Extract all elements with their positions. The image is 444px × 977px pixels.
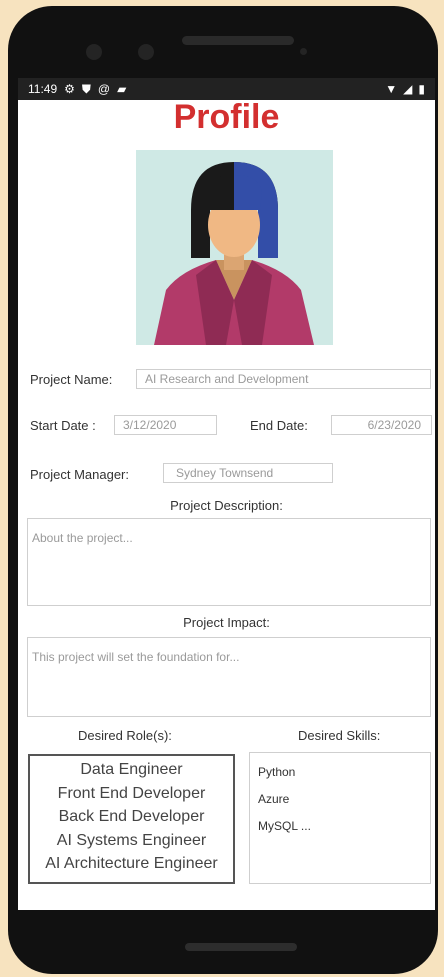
gear-icon: ⚙ xyxy=(64,82,75,96)
front-camera xyxy=(86,44,102,60)
end-date-input[interactable]: 6/23/2020 xyxy=(331,415,432,435)
desired-skills-label: Desired Skills: xyxy=(298,728,381,743)
project-impact-input[interactable]: This project will set the foundation for… xyxy=(27,637,431,717)
proximity-sensor xyxy=(300,48,307,55)
profile-avatar xyxy=(136,150,333,345)
page-title: Profile xyxy=(173,98,280,136)
shield-icon: ⛊ xyxy=(81,81,91,96)
skill-item: MySQL ... xyxy=(258,819,311,833)
end-date-label: End Date: xyxy=(250,418,308,433)
role-item[interactable]: AI Architecture Engineer xyxy=(30,852,233,876)
status-time: 11:49 xyxy=(28,82,58,96)
signal-icon: ◢ xyxy=(403,82,413,96)
status-bar: 11:49 ⚙ ⛊ @ ▰ ▼ ◢ ▮ xyxy=(18,78,435,100)
skill-item: Azure xyxy=(258,792,290,806)
project-name-input[interactable]: AI Research and Development xyxy=(136,369,431,389)
battery-icon: ▮ xyxy=(418,82,425,96)
project-description-label: Project Description: xyxy=(170,498,283,513)
project-description-input[interactable]: About the project... xyxy=(27,518,431,606)
home-indicator xyxy=(185,943,297,951)
role-item[interactable]: Data Engineer xyxy=(30,758,233,782)
project-manager-label: Project Manager: xyxy=(30,467,129,482)
skill-item: Python xyxy=(258,765,296,779)
front-sensor xyxy=(138,44,154,60)
wifi-icon: ▼ xyxy=(385,82,398,96)
project-impact-label: Project Impact: xyxy=(183,615,270,630)
project-manager-input[interactable]: Sydney Townsend xyxy=(163,463,333,483)
desired-roles-label: Desired Role(s): xyxy=(78,728,172,743)
project-name-label: Project Name: xyxy=(30,372,113,387)
start-date-input[interactable]: 3/12/2020 xyxy=(114,415,217,435)
role-item[interactable]: Back End Developer xyxy=(30,805,233,829)
sd-card-icon: ▰ xyxy=(117,82,127,96)
app-screen: 11:49 ⚙ ⛊ @ ▰ ▼ ◢ ▮ Profile Project Name… xyxy=(18,78,435,910)
desired-skills-input[interactable]: Python Azure MySQL ... xyxy=(249,752,431,884)
earpiece-speaker xyxy=(182,36,294,45)
start-date-label: Start Date : xyxy=(30,418,96,433)
role-item[interactable]: Front End Developer xyxy=(30,782,233,806)
at-icon: @ xyxy=(97,82,111,96)
role-item[interactable]: AI Systems Engineer xyxy=(30,829,233,853)
desired-roles-list[interactable]: Data Engineer Front End Developer Back E… xyxy=(28,754,235,884)
